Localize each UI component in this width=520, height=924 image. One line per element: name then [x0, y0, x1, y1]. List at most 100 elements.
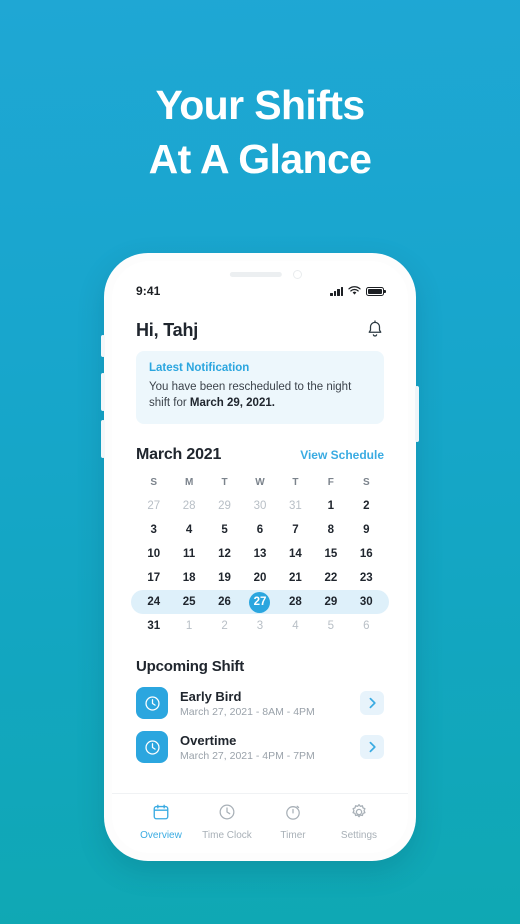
calendar-day[interactable]: 22 — [313, 566, 348, 590]
clock-icon — [218, 803, 236, 826]
calendar-day-number: 11 — [183, 548, 196, 560]
calendar-day-number: 30 — [253, 500, 267, 512]
shift-name: Early Bird — [180, 688, 242, 704]
calendar-day[interactable]: 18 — [171, 566, 206, 590]
calendar-day[interactable]: 31 — [136, 614, 171, 638]
calendar-day-number: 12 — [218, 548, 231, 560]
shift-name: Overtime — [180, 732, 237, 748]
mute-switch[interactable] — [101, 335, 105, 357]
status-bar: 9:41 — [112, 283, 408, 299]
calendar-day[interactable]: 2 — [207, 614, 242, 638]
calendar-day[interactable]: 16 — [349, 542, 384, 566]
calendar-day-number: 2 — [221, 620, 228, 632]
shift-text: Overtime March 27, 2021 - 4PM - 7PM — [180, 733, 360, 762]
calendar-day[interactable]: 28 — [171, 494, 206, 518]
calendar-day-number: 31 — [289, 500, 302, 512]
calendar-day[interactable]: 28 — [278, 590, 313, 614]
calendar-day-number: 6 — [363, 620, 370, 632]
notification-body: You have been rescheduled to the night s… — [149, 379, 371, 411]
calendar-day-number: 3 — [150, 524, 157, 536]
calendar-day-number: 1 — [327, 500, 335, 512]
calendar-day[interactable]: 19 — [207, 566, 242, 590]
calendar-day[interactable]: 8 — [313, 518, 348, 542]
calendar-day[interactable]: 20 — [242, 566, 277, 590]
calendar-header: March 2021 View Schedule — [136, 446, 384, 464]
tab-timer[interactable]: Timer — [260, 803, 326, 841]
tab-label: Overview — [140, 830, 182, 841]
calendar-day-number: 14 — [289, 548, 302, 560]
calendar-day-number: 16 — [359, 548, 373, 560]
calendar-day[interactable]: 17 — [136, 566, 171, 590]
calendar-day[interactable]: 4 — [171, 518, 206, 542]
weekday-label: T — [292, 477, 299, 488]
calendar-day-number: 2 — [363, 500, 370, 512]
calendar-day-number: 5 — [221, 524, 228, 536]
calendar-day[interactable]: 26 — [207, 590, 242, 614]
calendar-day-number: 24 — [147, 596, 161, 608]
promo-line-1: Your Shifts — [155, 82, 365, 128]
calendar-day[interactable]: 3 — [242, 614, 277, 638]
calendar-day-number: 8 — [327, 524, 335, 536]
notification-title: Latest Notification — [149, 362, 250, 374]
calendar-day-selected[interactable]: 27 — [242, 590, 277, 614]
signal-bars-icon — [330, 286, 343, 296]
calendar-day[interactable]: 25 — [171, 590, 206, 614]
calendar-day[interactable]: 27 — [136, 494, 171, 518]
calendar-day[interactable]: 29 — [207, 494, 242, 518]
tab-label: Settings — [340, 830, 378, 841]
calendar-day[interactable]: 14 — [278, 542, 313, 566]
volume-up-button[interactable] — [101, 373, 105, 411]
calendar-day[interactable]: 12 — [207, 542, 242, 566]
upcoming-shift-title: Upcoming Shift — [136, 658, 245, 675]
upcoming-shift-list: Early Bird March 27, 2021 - 8AM - 4PM Over… — [136, 687, 384, 763]
calendar-day[interactable]: 10 — [136, 542, 171, 566]
calendar-day[interactable]: 7 — [278, 518, 313, 542]
chevron-right-icon[interactable] — [360, 691, 384, 715]
view-schedule-link[interactable]: View Schedule — [300, 448, 384, 462]
calendar-day[interactable]: 30 — [349, 590, 384, 614]
calendar-day[interactable]: 31 — [278, 494, 313, 518]
calendar-day-number: 5 — [327, 620, 335, 632]
front-camera — [293, 270, 302, 279]
status-time: 9:41 — [136, 284, 161, 298]
calendar-day[interactable]: 29 — [313, 590, 348, 614]
calendar-day-number: 26 — [218, 596, 231, 608]
calendar-weekday-row: SMTWTFS — [136, 477, 384, 488]
calendar-day[interactable]: 4 — [278, 614, 313, 638]
tab-overview[interactable]: Overview — [128, 803, 194, 841]
calendar-day[interactable]: 13 — [242, 542, 277, 566]
calendar-day[interactable]: 23 — [349, 566, 384, 590]
bell-icon[interactable] — [366, 320, 384, 340]
calendar-day-number: 6 — [256, 524, 264, 536]
calendar-day-number: 1 — [185, 620, 193, 632]
calendar-day[interactable]: 6 — [349, 614, 384, 638]
calendar-day[interactable]: 1 — [171, 614, 206, 638]
calendar-day-number: 18 — [182, 572, 196, 584]
latest-notification-card[interactable]: Latest Notification You have been resche… — [136, 351, 384, 424]
shift-item[interactable]: Overtime March 27, 2021 - 4PM - 7PM — [136, 731, 384, 763]
calendar-day[interactable]: 5 — [313, 614, 348, 638]
calendar-day[interactable]: 1 — [313, 494, 348, 518]
shift-item[interactable]: Early Bird March 27, 2021 - 8AM - 4PM — [136, 687, 384, 719]
calendar-day[interactable]: 21 — [278, 566, 313, 590]
calendar-day[interactable]: 15 — [313, 542, 348, 566]
calendar-day-number: 29 — [218, 500, 231, 512]
app-header: Hi, Tahj — [112, 311, 408, 349]
volume-down-button[interactable] — [101, 420, 105, 458]
calendar-day[interactable]: 30 — [242, 494, 277, 518]
calendar-week-row: 31 1 2 3 4 5 6 — [136, 614, 384, 638]
power-button[interactable] — [415, 386, 419, 442]
calendar-day[interactable]: 5 — [207, 518, 242, 542]
chevron-right-icon[interactable] — [360, 735, 384, 759]
calendar-day[interactable]: 3 — [136, 518, 171, 542]
main-content: Latest Notification You have been resche… — [112, 349, 408, 793]
tab-settings[interactable]: Settings — [326, 803, 392, 841]
calendar-day[interactable]: 24 — [136, 590, 171, 614]
calendar-day[interactable]: 11 — [171, 542, 206, 566]
calendar-day[interactable]: 9 — [349, 518, 384, 542]
calendar-day[interactable]: 6 — [242, 518, 277, 542]
tab-time-clock[interactable]: Time Clock — [194, 803, 260, 841]
calendar-day[interactable]: 2 — [349, 494, 384, 518]
calendar-day-number: 20 — [253, 572, 267, 584]
phone-screen: 9:41 Hi, Tahj Latest Notification You ha… — [112, 261, 408, 853]
